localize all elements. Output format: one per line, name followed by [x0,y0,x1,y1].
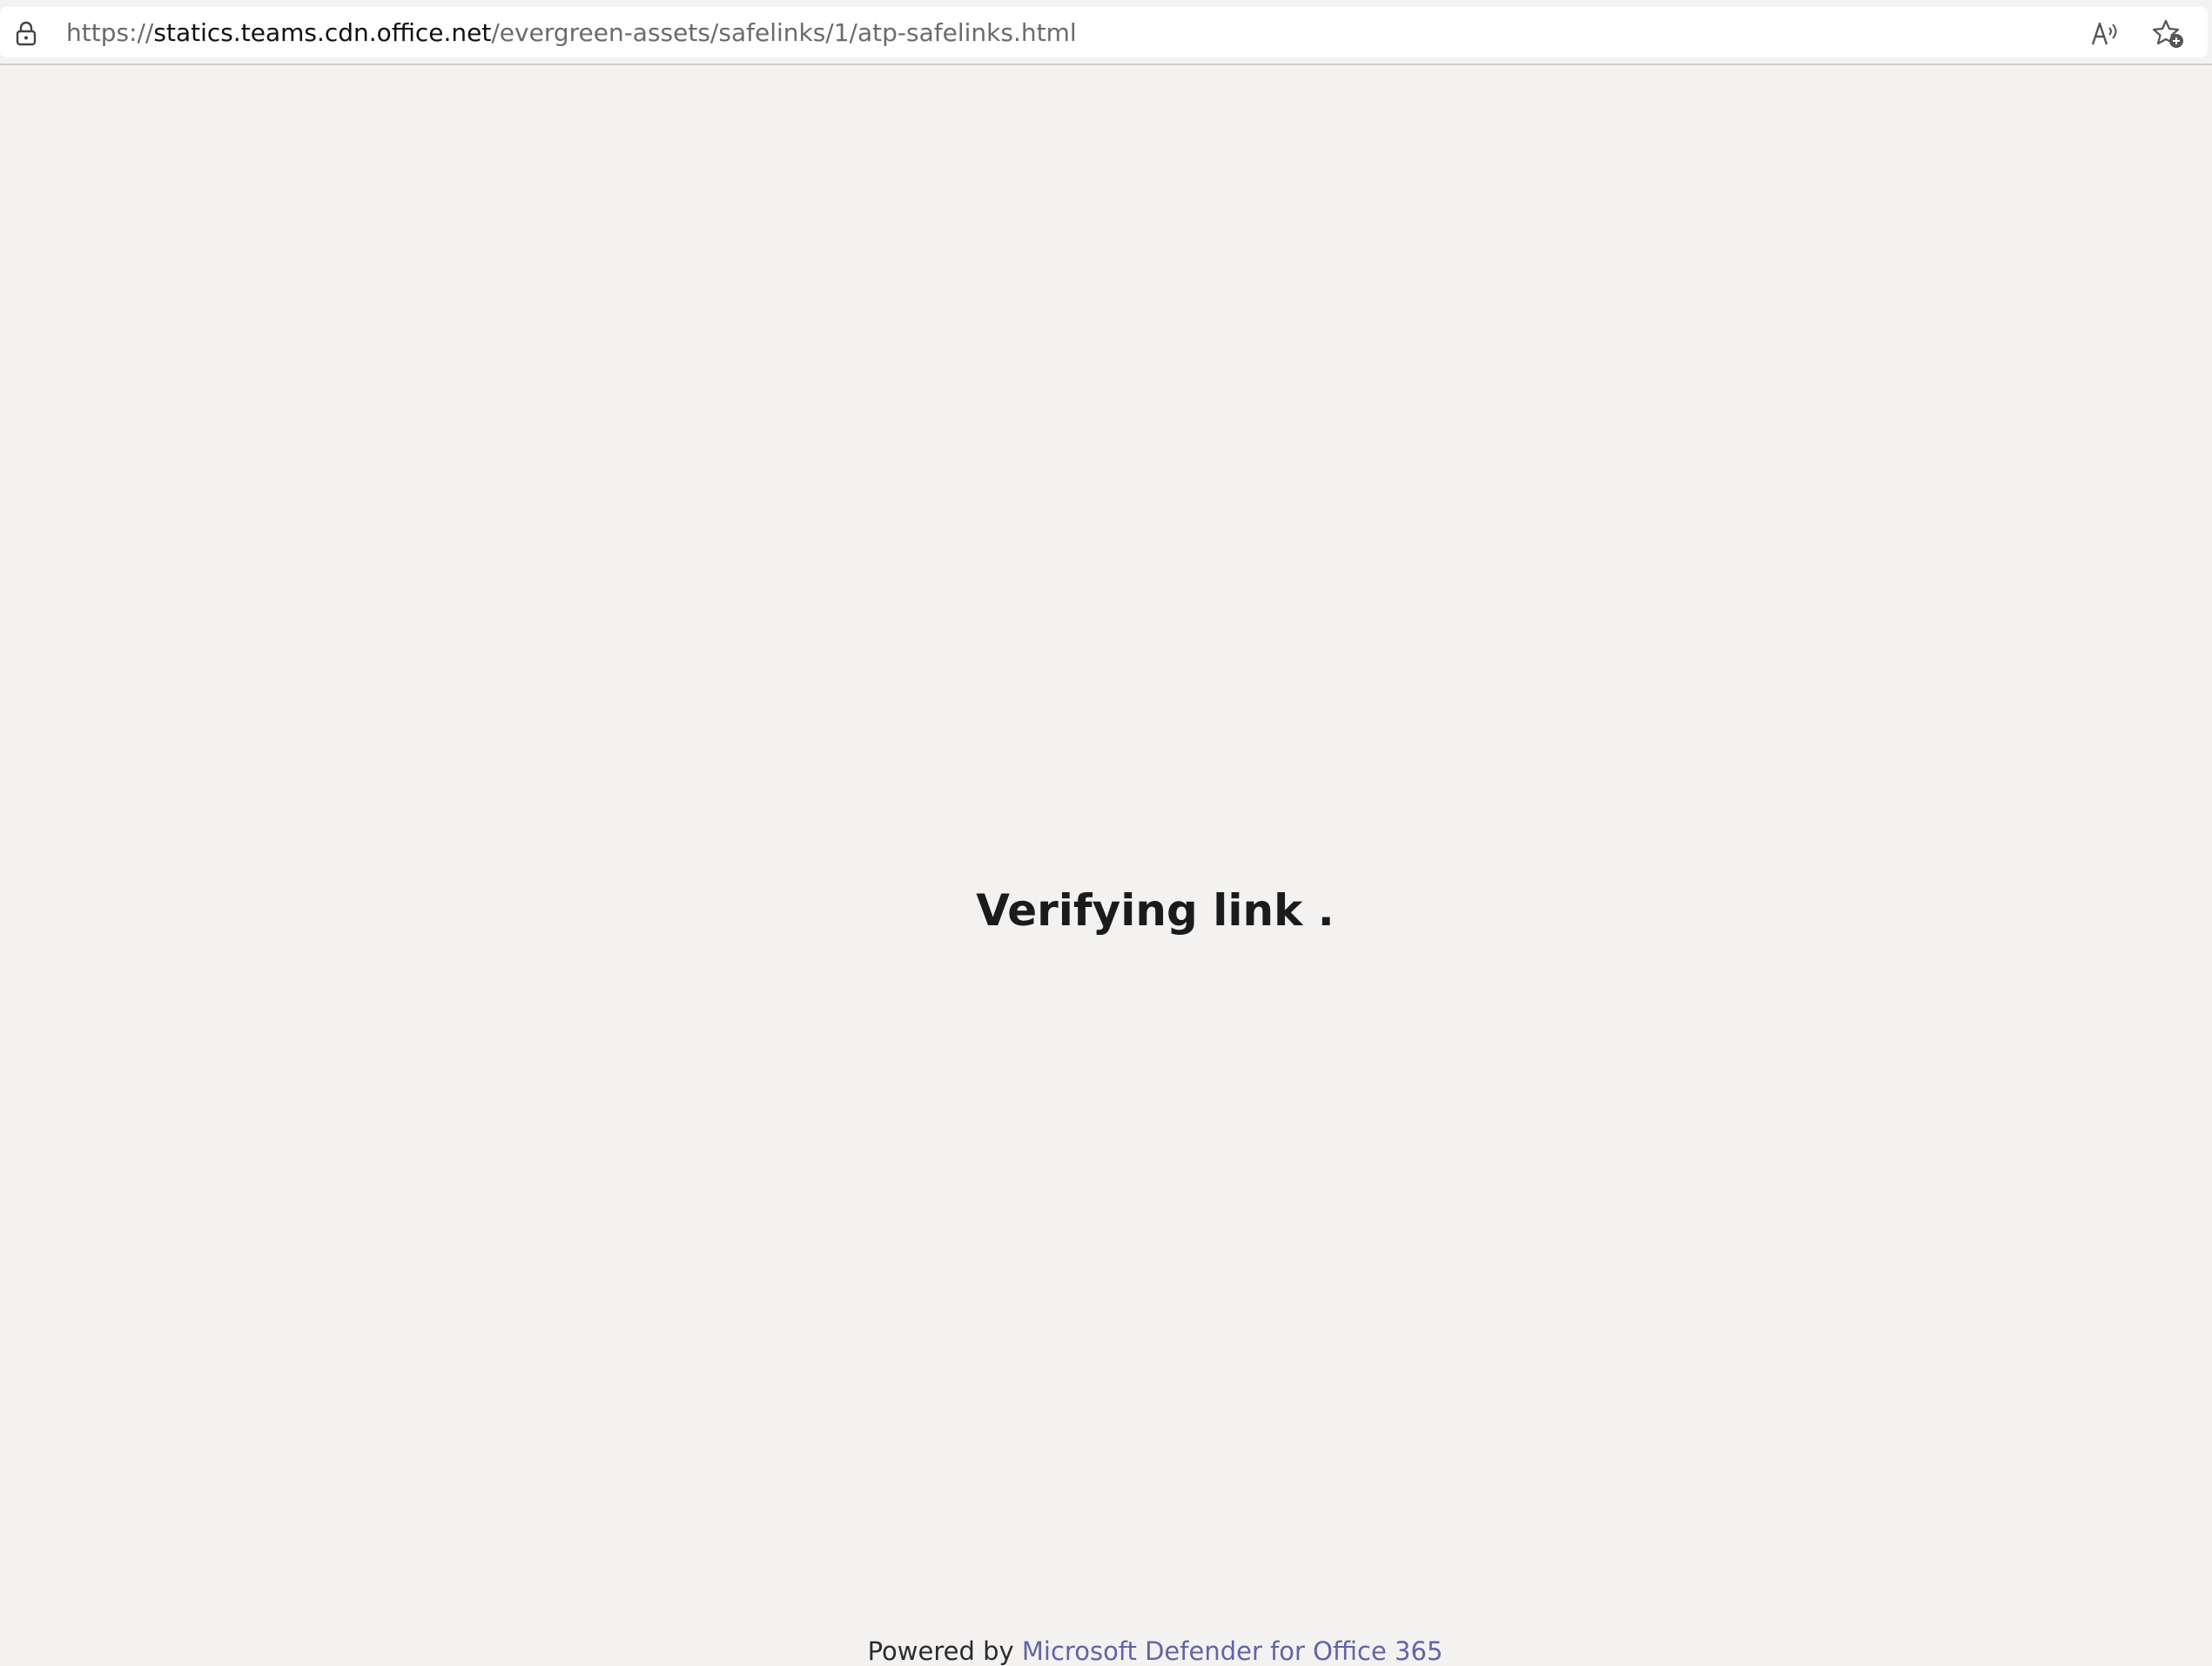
url-field[interactable]: https://statics.teams.cdn.office.net/eve… [0,7,2208,57]
verifying-status: Verifying link . [976,885,1335,936]
footer: Powered by Microsoft Defender for Office… [0,1636,2212,1666]
page-content: Verifying link . Powered by Microsoft De… [0,67,2212,1666]
footer-prefix: Powered by [867,1636,1022,1666]
defender-link[interactable]: Microsoft Defender for Office 365 [1022,1636,1443,1666]
read-aloud-icon[interactable] [2090,20,2121,48]
lock-icon[interactable] [14,20,38,46]
url-host: statics.teams.cdn.office.net [153,17,492,47]
browser-address-bar: https://statics.teams.cdn.office.net/eve… [0,0,2212,65]
url-scheme: https:// [66,17,154,47]
add-favorite-icon[interactable] [2152,18,2185,50]
url-path: /evergreen-assets/safelinks/1/atp-safeli… [491,17,1077,47]
url-text[interactable]: https://statics.teams.cdn.office.net/eve… [66,7,1077,57]
